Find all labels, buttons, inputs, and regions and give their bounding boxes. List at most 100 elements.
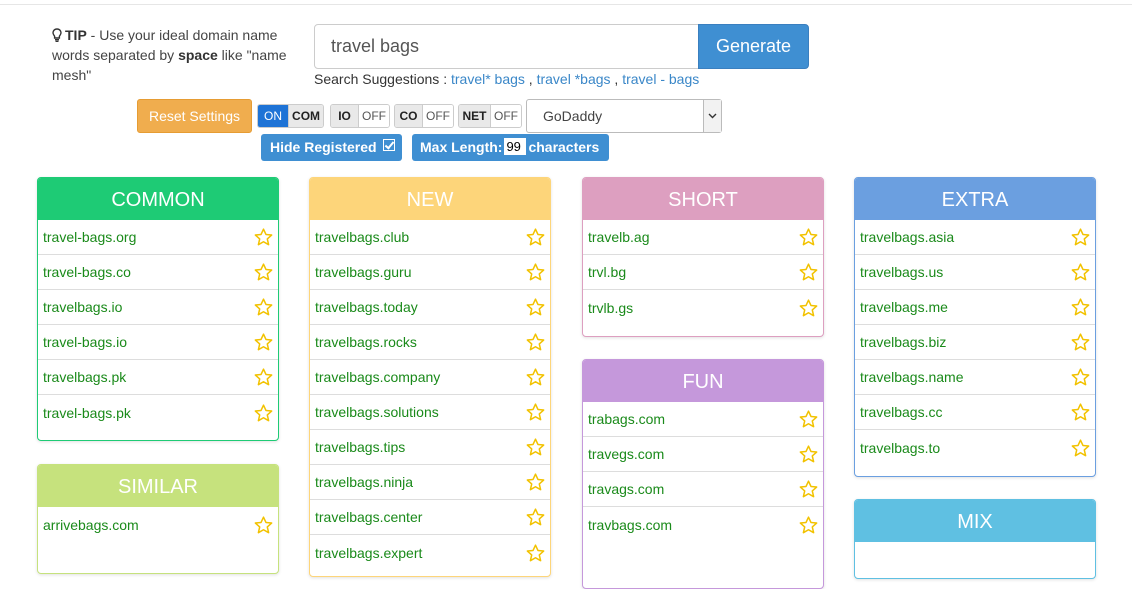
domain-row: travel-bags.org [38,220,278,255]
suggestion-link[interactable]: travel* bags [451,71,525,87]
star-icon[interactable] [1071,403,1090,421]
domain-name[interactable]: travel-bags.pk [43,405,131,421]
max-length-input[interactable]: 99 [504,138,527,155]
hide-registered-label: Hide Registered [270,139,377,155]
star-icon[interactable] [526,298,545,316]
star-icon[interactable] [526,543,545,562]
domain-name[interactable]: travelbags.tips [315,439,405,455]
domain-name[interactable]: travelbags.us [860,264,943,280]
star-icon[interactable] [799,228,818,246]
reset-settings-button[interactable]: Reset Settings [137,99,252,133]
domain-name[interactable]: trabags.com [588,411,665,427]
domain-name[interactable]: travelbags.biz [860,334,946,350]
domain-name[interactable]: travelbags.ninja [315,474,413,490]
domain-name[interactable]: travelbags.cc [860,404,942,420]
search-input[interactable] [314,24,699,69]
hide-registered-toggle[interactable]: Hide Registered [261,134,402,161]
net-state[interactable]: OFF [490,105,521,127]
star-icon[interactable] [799,263,818,281]
chevron-down-icon[interactable] [703,100,721,132]
star-icon[interactable] [526,403,545,421]
star-icon[interactable] [526,228,545,246]
panel-common-title: COMMON [38,178,278,220]
generate-button[interactable]: Generate [698,24,809,69]
star-icon[interactable] [526,438,545,456]
star-icon[interactable] [799,298,818,317]
star-icon[interactable] [254,263,273,281]
domain-name[interactable]: travbags.com [588,517,672,533]
panel-fun-title: FUN [583,360,823,402]
star-icon[interactable] [254,368,273,386]
io-toggle[interactable]: IO OFF [330,104,390,128]
net-label[interactable]: NET [459,105,491,127]
star-icon[interactable] [254,298,273,316]
top-divider [0,0,1132,5]
panel-fun: FUN trabags.com travegs.com travags.com tra… [582,359,824,589]
suggestion-link[interactable]: travel *bags [537,71,611,87]
star-icon[interactable] [1071,263,1090,281]
domain-row: travegs.com [583,437,823,472]
domain-name[interactable]: travelb.ag [588,229,649,245]
star-icon[interactable] [1071,228,1090,246]
domain-name[interactable]: travelbags.io [43,299,122,315]
domain-name[interactable]: travelbags.club [315,229,409,245]
domain-name[interactable]: travelbags.rocks [315,334,417,350]
domain-name[interactable]: travags.com [588,481,664,497]
star-icon[interactable] [526,473,545,491]
domain-name[interactable]: travel-bags.io [43,334,127,350]
domain-row: travelbags.company [310,360,550,395]
star-icon[interactable] [254,515,273,534]
domain-row: travelbags.biz [855,325,1095,360]
domain-name[interactable]: travelbags.company [315,369,440,385]
co-toggle[interactable]: CO OFF [394,104,454,128]
domain-name[interactable]: travelbags.guru [315,264,412,280]
registrar-select[interactable]: GoDaddy [526,99,722,133]
domain-name[interactable]: travelbags.me [860,299,948,315]
star-icon[interactable] [799,480,818,498]
domain-name[interactable]: trvl.bg [588,264,626,280]
com-toggle[interactable]: ON COM [257,104,324,128]
co-label[interactable]: CO [395,105,424,127]
domain-row: travel-bags.io [38,325,278,360]
panel-extra-title: EXTRA [855,178,1095,220]
suggestion-link[interactable]: travel - bags [622,71,699,87]
star-icon[interactable] [1071,368,1090,386]
domain-name[interactable]: trvlb.gs [588,300,633,316]
domain-name[interactable]: travelbags.name [860,369,964,385]
domain-name[interactable]: travelbags.pk [43,369,126,385]
domain-name[interactable]: travelbags.asia [860,229,954,245]
star-icon[interactable] [526,263,545,281]
domain-name[interactable]: travelbags.today [315,299,418,315]
domain-name[interactable]: arrivebags.com [43,517,139,533]
io-label[interactable]: IO [331,105,360,127]
star-icon[interactable] [254,228,273,246]
star-icon[interactable] [799,515,818,534]
star-icon[interactable] [526,333,545,351]
panel-mix-title: MIX [855,500,1095,542]
star-icon[interactable] [799,410,818,428]
search-suggestions: Search Suggestions : travel* bags , trav… [314,71,700,87]
com-label[interactable]: COM [288,105,323,127]
io-state[interactable]: OFF [359,105,389,127]
net-toggle[interactable]: NET OFF [458,104,522,128]
domain-name[interactable]: travelbags.to [860,440,940,456]
star-icon[interactable] [254,403,273,422]
domain-name[interactable]: travel-bags.org [43,229,136,245]
hide-registered-checkbox[interactable] [383,139,396,151]
domain-name[interactable]: travelbags.center [315,509,422,525]
domain-name[interactable]: travelbags.expert [315,545,422,561]
domain-name[interactable]: travelbags.solutions [315,404,439,420]
star-icon[interactable] [526,368,545,386]
star-icon[interactable] [254,333,273,351]
domain-row: travags.com [583,472,823,507]
co-state[interactable]: OFF [423,105,453,127]
domain-name[interactable]: travel-bags.co [43,264,131,280]
domain-name[interactable]: travegs.com [588,446,664,462]
star-icon[interactable] [1071,298,1090,316]
star-icon[interactable] [1071,438,1090,457]
star-icon[interactable] [1071,333,1090,351]
com-state[interactable]: ON [258,105,289,127]
domain-row: travelb.ag [583,220,823,255]
star-icon[interactable] [526,508,545,526]
star-icon[interactable] [799,445,818,463]
